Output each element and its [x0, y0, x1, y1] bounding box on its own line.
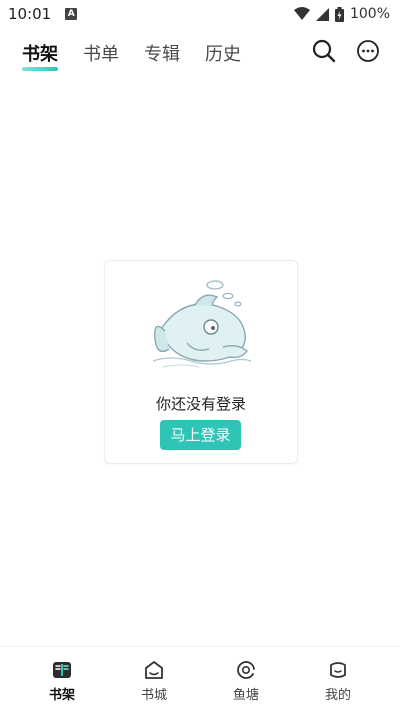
tab-history[interactable]: 历史 — [205, 40, 241, 66]
notification-icon: A — [65, 8, 78, 20]
status-left: 10:01 A — [8, 5, 78, 23]
battery-percent: 100% — [349, 6, 390, 22]
tab-bookshelf[interactable]: 书架 — [22, 40, 58, 71]
bookshelf-icon — [53, 662, 71, 678]
tab-label: 书架 — [22, 44, 58, 65]
app-screen: 10:01 A 100% 书架 书单 专辑 历史 你还没有登录 马上登录 书架 … — [0, 0, 400, 712]
profile-icon — [330, 662, 346, 678]
not-logged-in-message: 你还没有登录 — [155, 395, 246, 413]
fishpond-icon — [237, 661, 255, 679]
login-prompt-card: 你还没有登录 马上登录 — [104, 260, 298, 464]
nav-label: 我的 — [324, 688, 351, 703]
active-tab-indicator — [22, 67, 58, 71]
nav-label: 鱼塘 — [232, 688, 259, 703]
nav-label: 书城 — [140, 688, 167, 703]
tab-label: 书单 — [83, 44, 119, 65]
battery-icon — [334, 6, 344, 22]
wifi-icon — [293, 7, 310, 20]
fish-illustration — [152, 280, 252, 368]
bottom-nav-bar: 书架 书城 鱼塘 我的 — [0, 646, 400, 712]
bookstore-icon — [145, 661, 163, 679]
more-icon[interactable] — [355, 38, 381, 64]
tab-booklist[interactable]: 书单 — [83, 40, 119, 66]
status-bar: 10:01 A 100% — [0, 0, 400, 28]
tab-album[interactable]: 专辑 — [144, 40, 180, 66]
top-tab-bar: 书架 书单 专辑 历史 — [0, 36, 400, 71]
tab-label: 专辑 — [144, 44, 180, 65]
status-time: 10:01 — [8, 5, 52, 23]
search-icon[interactable] — [311, 38, 337, 64]
login-now-button[interactable]: 马上登录 — [160, 420, 241, 450]
nav-item-bookshelf[interactable]: 书架 — [32, 647, 92, 712]
tab-label: 历史 — [205, 44, 241, 65]
nav-item-bookstore[interactable]: 书城 — [124, 647, 184, 712]
status-right: 100% — [293, 6, 390, 22]
nav-item-profile[interactable]: 我的 — [308, 647, 368, 712]
cellular-signal-icon — [315, 7, 329, 21]
nav-label: 书架 — [48, 688, 75, 703]
nav-item-fishpond[interactable]: 鱼塘 — [216, 647, 276, 712]
